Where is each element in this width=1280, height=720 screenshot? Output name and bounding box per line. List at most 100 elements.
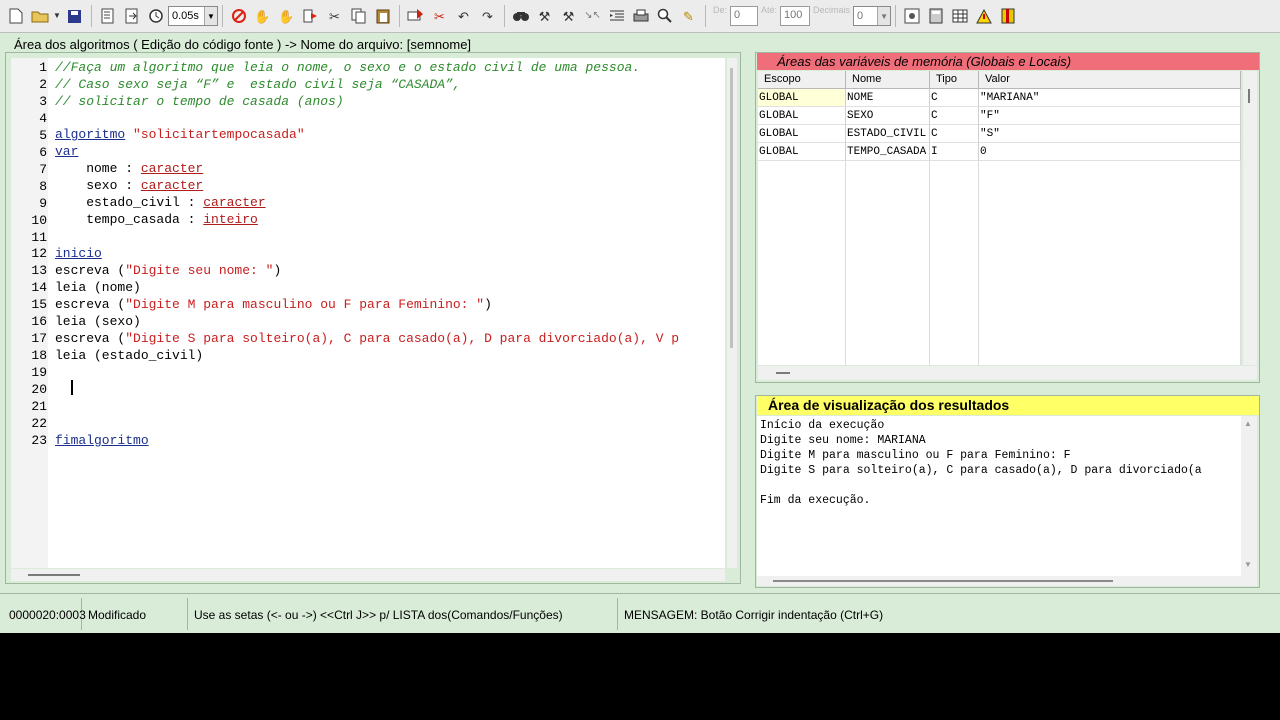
status-hint: Use as setas (<- ou ->) <<Ctrl J>> p/ LI… (188, 598, 618, 630)
cell-tipo[interactable]: C (930, 125, 979, 143)
cell-tipo[interactable]: C (930, 107, 979, 125)
column-header-valor[interactable]: Valor (979, 71, 1241, 89)
run-icon[interactable] (96, 5, 119, 28)
print-icon[interactable] (629, 5, 652, 28)
cell-tipo[interactable]: I (930, 143, 979, 161)
scrollbar-thumb[interactable] (776, 372, 790, 374)
cell-nome[interactable]: TEMPO_CASADA (846, 143, 930, 161)
output-line: Digite M para masculino ou F para Femini… (760, 449, 1071, 462)
code-vertical-scrollbar[interactable] (727, 58, 737, 568)
column-header-tipo[interactable]: Tipo (930, 71, 979, 89)
file-state: Modificado (82, 598, 188, 630)
step-icon[interactable] (120, 5, 143, 28)
cell-valor[interactable]: 0 (979, 143, 1241, 161)
column-header-nome[interactable]: Nome (846, 71, 930, 89)
open-folder-icon[interactable] (28, 5, 51, 28)
code-line-1: //Faça um algoritmo que leia o nome, o s… (55, 60, 641, 75)
status-message: MENSAGEM: Botão Corrigir indentação (Ctr… (624, 608, 884, 622)
cell-escopo[interactable]: GLOBAL (758, 125, 846, 143)
paste-icon[interactable] (371, 5, 394, 28)
cell-tipo[interactable]: C (930, 89, 979, 107)
cell-valor[interactable]: "MARIANA" (979, 89, 1241, 107)
speed-select[interactable]: 0.05s ▼ (168, 6, 218, 26)
cut-icon[interactable]: ✂ (323, 5, 346, 28)
line-number: 10 (31, 212, 47, 228)
output-line: Início da execução (760, 419, 885, 432)
scrollbar-thumb[interactable] (730, 68, 733, 348)
line-number: 5 (39, 127, 47, 143)
toolbar-separator (91, 5, 92, 27)
run-to-icon[interactable] (299, 5, 322, 28)
output-console[interactable]: Início da execução Digite seu nome: MARI… (757, 416, 1241, 576)
find-next-icon[interactable]: ⚒ (557, 5, 580, 28)
copy-icon[interactable] (347, 5, 370, 28)
scroll-down-icon[interactable]: ▼ (1244, 560, 1252, 569)
scrollbar-thumb[interactable] (28, 574, 80, 576)
cell-nome[interactable]: NOME (846, 89, 930, 107)
line-number: 16 (31, 314, 47, 330)
output-vertical-scrollbar[interactable]: ▲ ▼ (1241, 416, 1257, 576)
variables-horizontal-scrollbar[interactable] (758, 366, 1257, 380)
decimais-value: 0 (857, 10, 864, 22)
magic-icon[interactable]: ✎ (677, 5, 700, 28)
indent-icon[interactable] (605, 5, 628, 28)
find-icon[interactable] (509, 5, 532, 28)
cell-valor[interactable]: "S" (979, 125, 1241, 143)
de-input[interactable]: 0 (730, 6, 759, 26)
cell-valor[interactable]: "F" (979, 107, 1241, 125)
timer-icon[interactable] (144, 5, 167, 28)
code-line-8: sexo : caracter (55, 178, 203, 193)
line-number: 15 (31, 297, 47, 313)
text-cursor (71, 380, 73, 395)
scrollbar-thumb[interactable] (773, 580, 1113, 582)
uncomment-icon[interactable]: ✂ (428, 5, 451, 28)
chevron-down-icon[interactable]: ▼ (204, 7, 217, 25)
cell-nome[interactable]: SEXO (846, 107, 930, 125)
settings-icon[interactable] (900, 5, 923, 28)
calculator-icon[interactable] (924, 5, 947, 28)
type-caracter: caracter (140, 178, 204, 193)
open-dropdown-icon[interactable]: ▼ (52, 5, 62, 28)
redo-icon[interactable]: ↷ (476, 5, 499, 28)
column-header-escopo[interactable]: Escopo (758, 71, 846, 89)
cursor-position: 0000020:0003 (3, 598, 86, 630)
cell-nome[interactable]: ESTADO_CIVIL (846, 125, 930, 143)
code-panel-title: Área dos algoritmos ( Edição do código f… (14, 37, 472, 52)
code-line-6: var (55, 144, 78, 159)
undo-icon[interactable]: ↶ (452, 5, 475, 28)
output-horizontal-scrollbar[interactable] (757, 576, 1257, 586)
code-editor[interactable]: //Faça um algoritmo que leia o nome, o s… (48, 58, 725, 568)
cell-escopo[interactable]: GLOBAL (758, 107, 846, 125)
variables-vertical-scrollbar[interactable] (1243, 71, 1257, 365)
line-number: 14 (31, 280, 47, 296)
command-escreva: escreva ( (55, 297, 126, 312)
select-all-icon[interactable]: ↘↖ (581, 5, 604, 28)
code-line-10: tempo_casada : inteiro (55, 212, 258, 227)
ate-input[interactable]: 100 (780, 6, 811, 26)
code-horizontal-scrollbar[interactable] (11, 569, 725, 581)
cell-escopo[interactable]: GLOBAL (758, 143, 846, 161)
keyword-fimalgoritmo: fimalgoritmo (55, 433, 149, 448)
new-file-icon[interactable] (4, 5, 27, 28)
replace-icon[interactable]: ⚒ (533, 5, 556, 28)
toolbar-separator (705, 5, 706, 27)
chevron-down-icon[interactable]: ▼ (877, 7, 891, 25)
hand-icon[interactable]: ✋ (251, 5, 274, 28)
code-line-2: // Caso sexo seja “F” e estado civil sej… (55, 77, 461, 92)
code-line-16: leia (sexo) (55, 314, 141, 329)
book-icon[interactable] (996, 5, 1019, 28)
scroll-up-icon[interactable]: ▲ (1244, 419, 1252, 428)
save-icon[interactable] (63, 5, 86, 28)
warning-icon[interactable] (972, 5, 995, 28)
table-icon[interactable] (948, 5, 971, 28)
zoom-icon[interactable] (653, 5, 676, 28)
cell-escopo[interactable]: GLOBAL (758, 89, 846, 107)
comment-icon[interactable] (404, 5, 427, 28)
decimais-select[interactable]: 0 ▼ (853, 6, 892, 26)
scrollbar-thumb[interactable] (1248, 89, 1250, 103)
breakpoint-icon[interactable]: ✋ (275, 5, 298, 28)
variables-panel-header: Áreas das variáveis de memória (Globais … (757, 53, 1259, 70)
type-caracter: caracter (203, 195, 266, 210)
stop-icon[interactable] (227, 5, 250, 28)
variables-grid[interactable]: Escopo Nome Tipo Valor GLOBAL NOME C "MA… (758, 71, 1241, 365)
